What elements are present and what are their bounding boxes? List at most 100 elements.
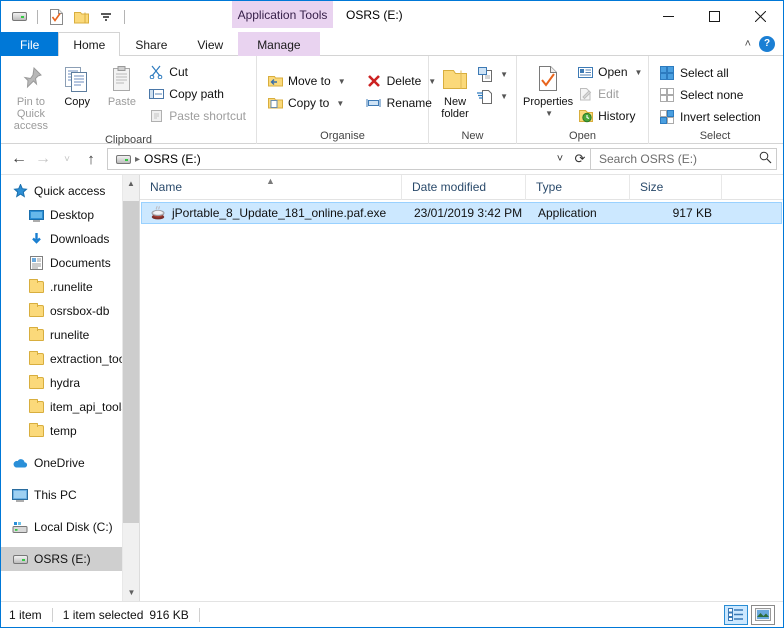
sidebar-item-documents[interactable]: Documents xyxy=(1,251,139,275)
sidebar-item-hydra[interactable]: hydra xyxy=(1,371,139,395)
desktop-icon xyxy=(27,207,45,223)
search-icon[interactable] xyxy=(759,151,772,167)
new-folder-icon[interactable] xyxy=(71,7,91,27)
sidebar-label: osrsbox-db xyxy=(50,304,110,318)
sidebar-item-item-api-tools[interactable]: item_api_tools xyxy=(1,395,139,419)
table-row[interactable]: jPortable_8_Update_181_online.paf.exe 23… xyxy=(141,202,782,224)
paste-shortcut-label: Paste shortcut xyxy=(169,109,246,123)
organise-col-1: Move to ▼ Copy to ▼ xyxy=(263,68,350,114)
back-button[interactable]: ← xyxy=(7,147,31,171)
scrollbar-thumb[interactable] xyxy=(123,201,139,523)
close-button[interactable] xyxy=(737,1,783,31)
select-none-button[interactable]: Select none xyxy=(655,84,765,106)
sort-ascending-icon: ▲ xyxy=(266,175,275,186)
downloads-icon xyxy=(27,231,45,247)
cell-size: 917 KB xyxy=(672,206,712,220)
ribbon-tab-strip: File Home Share View Manage ˄ ? xyxy=(1,32,783,56)
paste-button[interactable]: Paste xyxy=(100,59,145,108)
sidebar-item-runelite[interactable]: runelite xyxy=(1,323,139,347)
sidebar-item-osrs-e[interactable]: OSRS (E:) xyxy=(1,547,139,571)
breadcrumb-label[interactable]: OSRS (E:) xyxy=(140,149,205,169)
file-name: jPortable_8_Update_181_online.paf.exe xyxy=(172,206,387,220)
nav-spacer-3 xyxy=(1,507,139,515)
column-header-type[interactable]: Type xyxy=(526,174,630,200)
address-bar: ← → ˅ ↑ ▸ OSRS (E:) ˅ ⟳ Search OSRS (E:) xyxy=(1,144,783,174)
cell-date-modified: 23/01/2019 3:42 PM xyxy=(414,206,523,220)
navigation-pane-scrollbar[interactable]: ▲ ▼ xyxy=(122,175,139,601)
customize-dropdown-icon[interactable] xyxy=(96,7,116,27)
properties-icon[interactable] xyxy=(46,7,66,27)
recent-locations-button[interactable]: ˅ xyxy=(55,147,79,171)
drive-icon[interactable] xyxy=(9,7,29,27)
copy-to-button[interactable]: Copy to ▼ xyxy=(263,92,350,114)
refresh-icon[interactable]: ⟳ xyxy=(570,149,590,169)
column-header-name[interactable]: ▲ Name xyxy=(140,174,402,200)
open-button[interactable]: Open ▼ xyxy=(573,61,646,83)
new-item-button[interactable]: ▼ xyxy=(475,63,510,85)
pin-to-quick-access-button[interactable]: Pin to Quick access xyxy=(7,59,55,132)
sidebar-item-temp[interactable]: temp xyxy=(1,419,139,443)
copy-path-button[interactable]: Copy path xyxy=(144,83,250,105)
scroll-up-arrow-icon[interactable]: ▲ xyxy=(123,175,139,192)
sidebar-item-downloads[interactable]: Downloads xyxy=(1,227,139,251)
sidebar-item-desktop[interactable]: Desktop xyxy=(1,203,139,227)
folder-icon xyxy=(27,351,45,367)
new-folder-button[interactable]: New folder xyxy=(435,59,475,120)
status-divider-2 xyxy=(198,607,200,622)
invert-selection-icon xyxy=(659,109,675,125)
nav-spacer-4 xyxy=(1,539,139,547)
chevron-up-icon[interactable]: ˄ xyxy=(745,38,751,50)
address-dropdown-icon[interactable]: ˅ xyxy=(550,149,570,169)
sidebar-item-onedrive[interactable]: OneDrive xyxy=(1,451,139,475)
cut-button[interactable]: Cut xyxy=(144,61,250,83)
sidebar-item-extraction-tools[interactable]: extraction_tools_ xyxy=(1,347,139,371)
scroll-down-arrow-icon[interactable]: ▼ xyxy=(123,584,139,601)
tab-view[interactable]: View xyxy=(182,32,238,56)
up-button[interactable]: ↑ xyxy=(79,147,103,171)
column-header-size[interactable]: Size xyxy=(630,174,722,200)
address-input[interactable]: ▸ OSRS (E:) ˅ ⟳ xyxy=(107,148,591,170)
history-label: History xyxy=(598,109,636,123)
nav-spacer-1 xyxy=(1,443,139,451)
tab-manage[interactable]: Manage xyxy=(238,32,320,56)
sidebar-label: OneDrive xyxy=(34,456,85,470)
column-label: Type xyxy=(536,180,563,194)
forward-button[interactable]: → xyxy=(31,147,55,171)
move-to-button[interactable]: Move to ▼ xyxy=(263,70,350,92)
edit-button[interactable]: Edit xyxy=(573,83,646,105)
minimize-button[interactable] xyxy=(645,1,691,31)
tab-file[interactable]: File xyxy=(1,32,59,56)
properties-button[interactable]: Properties ▼ xyxy=(523,59,573,120)
sidebar-item-this-pc[interactable]: This PC xyxy=(1,483,139,507)
tab-home[interactable]: Home xyxy=(58,32,121,56)
copy-button[interactable]: Copy xyxy=(55,59,100,108)
drive-icon xyxy=(116,154,131,164)
copy-path-label: Copy path xyxy=(169,87,224,101)
column-header-date-modified[interactable]: Date modified xyxy=(402,174,526,200)
help-icon[interactable]: ? xyxy=(759,35,775,52)
sidebar-label: Desktop xyxy=(50,208,95,222)
invert-selection-button[interactable]: Invert selection xyxy=(655,106,765,128)
details-view-button[interactable] xyxy=(724,604,748,625)
sidebar-item-local-disk-c[interactable]: Local Disk (C:) xyxy=(1,515,139,539)
chevron-down-icon: ▼ xyxy=(500,91,508,101)
history-button[interactable]: History xyxy=(573,105,646,127)
tab-share[interactable]: Share xyxy=(120,32,182,56)
paste-label: Paste xyxy=(107,96,136,108)
easy-access-button[interactable]: ▼ xyxy=(475,85,510,107)
paste-shortcut-button[interactable]: Paste shortcut xyxy=(144,105,250,127)
sidebar-label: Local Disk (C:) xyxy=(34,520,113,534)
chevron-down-icon: ▼ xyxy=(336,98,345,108)
sidebar-item-osrsbox-db[interactable]: osrsbox-db xyxy=(1,299,139,323)
large-icons-view-button[interactable] xyxy=(751,604,775,625)
breadcrumb-drive[interactable] xyxy=(112,149,135,169)
sidebar-item-quick-access[interactable]: Quick access xyxy=(1,179,139,203)
window-title: OSRS (E:) xyxy=(346,7,403,22)
select-all-button[interactable]: Select all xyxy=(655,62,765,84)
move-to-icon xyxy=(267,73,283,89)
cut-label: Cut xyxy=(169,65,188,79)
maximize-button[interactable] xyxy=(691,1,737,31)
file-rows: jPortable_8_Update_181_online.paf.exe 23… xyxy=(140,200,783,601)
search-input[interactable]: Search OSRS (E:) xyxy=(591,148,777,170)
sidebar-item-runelite-dot[interactable]: .runelite xyxy=(1,275,139,299)
